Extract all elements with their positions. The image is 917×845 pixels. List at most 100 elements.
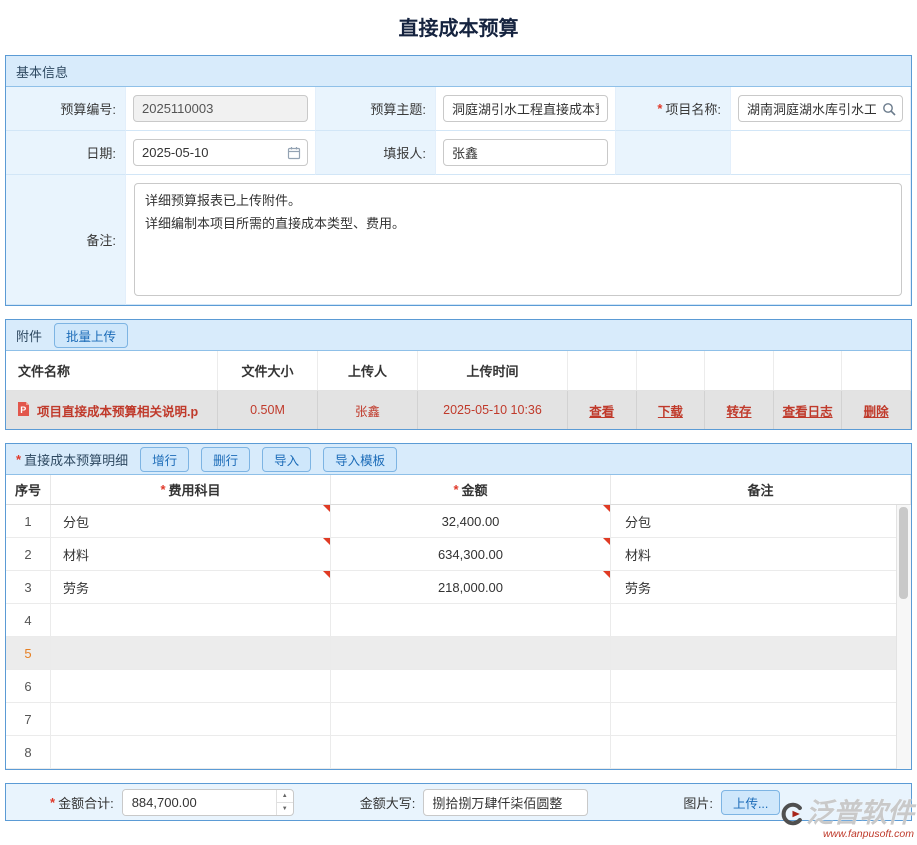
page-title: 直接成本预算 xyxy=(0,12,917,41)
remark-cell[interactable] xyxy=(611,637,911,669)
edited-flag-icon xyxy=(323,571,330,578)
remark-cell[interactable] xyxy=(611,736,911,768)
budget-no-input[interactable] xyxy=(133,95,308,122)
attachment-row: P 项目直接成本预算相关说明.p 0.50M 张鑫 2025-05-10 10:… xyxy=(6,391,911,429)
table-row: 3 劳务 218,000.00 劳务 xyxy=(6,571,911,604)
attachment-file-cell: P 项目直接成本预算相关说明.p xyxy=(6,391,218,429)
save-as-link[interactable]: 转存 xyxy=(726,401,751,420)
delete-link[interactable]: 删除 xyxy=(864,401,889,420)
total-amount-input[interactable] xyxy=(123,790,276,815)
batch-upload-button[interactable]: 批量上传 xyxy=(54,323,128,348)
table-row: 7 xyxy=(6,703,911,736)
remark-cell[interactable]: 劳务 xyxy=(611,571,911,603)
vendor-url: www.fanpusoft.com xyxy=(823,828,914,840)
col-action-2 xyxy=(637,351,706,390)
subject-cell[interactable] xyxy=(51,736,331,768)
total-amount-label: 金额合计: xyxy=(58,793,114,812)
attachments-title: 附件 xyxy=(16,326,42,345)
reporter-input[interactable] xyxy=(443,139,608,166)
subject-cell xyxy=(436,87,616,131)
subject-cell[interactable]: 分包 xyxy=(51,505,331,537)
date-label: 日期: xyxy=(6,131,126,175)
attachment-upload-time: 2025-05-10 10:36 xyxy=(418,391,568,429)
svg-text:P: P xyxy=(20,405,26,415)
import-button[interactable]: 导入 xyxy=(262,447,311,472)
reporter-cell xyxy=(436,131,616,175)
subject-cell[interactable] xyxy=(51,703,331,735)
project-name-input[interactable] xyxy=(738,95,903,122)
amount-cell[interactable] xyxy=(331,736,611,768)
subject-input[interactable] xyxy=(443,95,608,122)
table-row: 1 分包 32,400.00 分包 xyxy=(6,505,911,538)
required-asterisk: * xyxy=(50,795,55,810)
project-name-cell xyxy=(731,87,911,131)
stepper-down-button[interactable]: ▼ xyxy=(277,802,293,815)
required-asterisk: * xyxy=(453,482,458,497)
stepper-buttons: ▲ ▼ xyxy=(276,790,293,815)
stepper-up-button[interactable]: ▲ xyxy=(277,790,293,802)
view-link[interactable]: 查看 xyxy=(589,401,614,420)
col-action-1 xyxy=(568,351,637,390)
table-row: 6 xyxy=(6,670,911,703)
remark-cell[interactable] xyxy=(611,604,911,636)
attachment-file-name[interactable]: 项目直接成本预算相关说明.p xyxy=(37,401,198,420)
remark-textarea[interactable]: 详细预算报表已上传附件。 详细编制本项目所需的直接成本类型、费用。 xyxy=(134,183,902,296)
col-file-size: 文件大小 xyxy=(218,351,318,390)
attachments-header: 附件 批量上传 xyxy=(6,320,911,351)
project-name-label: * 项目名称: xyxy=(616,87,731,131)
remark-cell[interactable]: 材料 xyxy=(611,538,911,570)
attachment-file-size: 0.50M xyxy=(218,391,318,429)
upload-image-button[interactable]: 上传... xyxy=(721,790,780,815)
add-row-button[interactable]: 增行 xyxy=(140,447,189,472)
search-icon[interactable] xyxy=(882,102,896,116)
total-amount-stepper: ▲ ▼ xyxy=(122,789,294,816)
scrollbar-thumb[interactable] xyxy=(899,507,908,599)
subject-cell[interactable]: 劳务 xyxy=(51,571,331,603)
calendar-icon[interactable] xyxy=(287,146,301,160)
attachments-table-header: 文件名称 文件大小 上传人 上传时间 xyxy=(6,351,911,391)
remark-cell: 详细预算报表已上传附件。 详细编制本项目所需的直接成本类型、费用。 xyxy=(126,175,911,305)
table-row: 8 xyxy=(6,736,911,769)
basic-info-grid: 预算编号: 预算主题: * 项目名称: 日期: xyxy=(6,87,911,305)
amount-cell[interactable] xyxy=(331,604,611,636)
empty-label-cell xyxy=(616,131,731,175)
view-log-link[interactable]: 查看日志 xyxy=(783,401,833,420)
subject-cell[interactable] xyxy=(51,670,331,702)
col-seq: 序号 xyxy=(6,475,51,504)
basic-info-header: 基本信息 xyxy=(6,56,911,87)
detail-panel: * 直接成本预算明细 增行 删行 导入 导入模板 序号 * 费用科目 * 金额 … xyxy=(5,443,912,770)
table-row: 4 xyxy=(6,604,911,637)
col-action-3 xyxy=(705,351,774,390)
amount-cell[interactable] xyxy=(331,637,611,669)
remark-cell[interactable] xyxy=(611,703,911,735)
attachment-uploader: 张鑫 xyxy=(318,391,418,429)
amount-cell[interactable]: 634,300.00 xyxy=(331,538,611,570)
subject-cell[interactable] xyxy=(51,604,331,636)
edited-flag-icon xyxy=(323,538,330,545)
attachments-panel: 附件 批量上传 文件名称 文件大小 上传人 上传时间 P 项目直接成本预算相关说… xyxy=(5,319,912,430)
vertical-scrollbar[interactable] xyxy=(896,505,911,769)
col-action-4 xyxy=(774,351,843,390)
edited-flag-icon xyxy=(603,505,610,512)
date-input[interactable] xyxy=(133,139,308,166)
subject-cell[interactable] xyxy=(51,637,331,669)
download-link[interactable]: 下载 xyxy=(658,401,683,420)
subject-cell[interactable]: 材料 xyxy=(51,538,331,570)
delete-row-button[interactable]: 删行 xyxy=(201,447,250,472)
image-label: 图片: xyxy=(683,793,713,812)
table-row: 2 材料 634,300.00 材料 xyxy=(6,538,911,571)
detail-table-body: 1 分包 32,400.00 分包 2 材料 634,300.00 材料 3 劳… xyxy=(6,505,911,769)
remark-cell[interactable]: 分包 xyxy=(611,505,911,537)
amount-cell[interactable] xyxy=(331,703,611,735)
amount-cell[interactable]: 218,000.00 xyxy=(331,571,611,603)
amount-words-input[interactable] xyxy=(423,789,588,816)
remark-cell[interactable] xyxy=(611,670,911,702)
required-asterisk: * xyxy=(657,101,662,116)
col-cost-subject: * 费用科目 xyxy=(51,475,331,504)
import-template-button[interactable]: 导入模板 xyxy=(323,447,397,472)
col-uploader: 上传人 xyxy=(318,351,418,390)
amount-cell[interactable]: 32,400.00 xyxy=(331,505,611,537)
subject-label: 预算主题: xyxy=(316,87,436,131)
date-cell xyxy=(126,131,316,175)
amount-cell[interactable] xyxy=(331,670,611,702)
